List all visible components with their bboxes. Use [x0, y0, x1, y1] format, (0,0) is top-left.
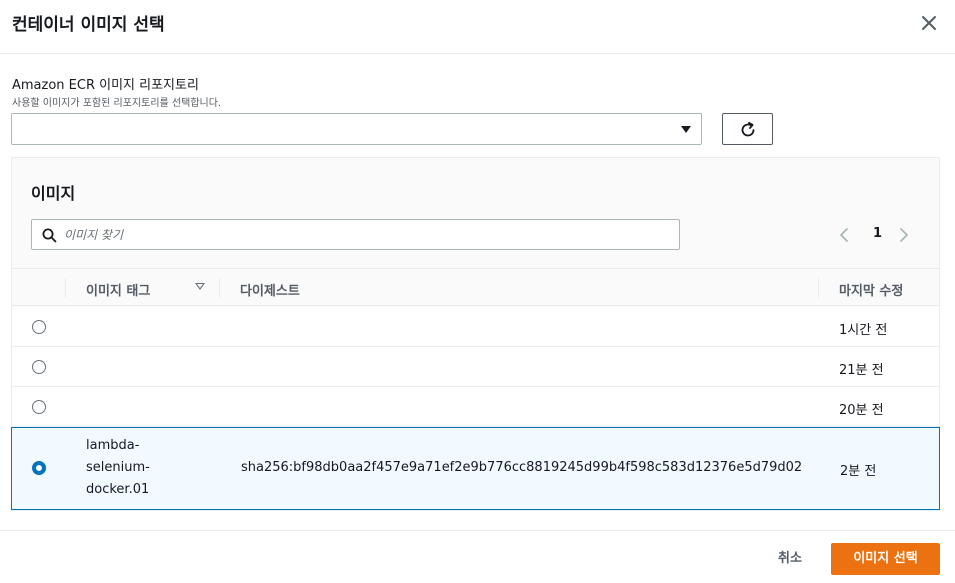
- close-icon[interactable]: [920, 14, 938, 32]
- row-tag: lambda- selenium- docker.01: [86, 435, 176, 501]
- repository-description: 사용할 이미지가 포함된 리포지토리를 선택합니다.: [12, 98, 222, 109]
- column-divider: [219, 278, 220, 298]
- refresh-button[interactable]: [722, 113, 773, 145]
- images-title: 이미지: [31, 184, 76, 203]
- pagination: 1: [839, 225, 919, 245]
- modal-footer: 취소 이미지 선택: [0, 530, 955, 583]
- table-row[interactable]: 20분 전: [12, 387, 939, 427]
- table-row[interactable]: 1시간 전: [12, 307, 939, 347]
- select-image-button[interactable]: 이미지 선택: [831, 543, 940, 575]
- table-header: 이미지 태그 다이제스트 마지막 수정: [12, 268, 939, 306]
- column-header-tag[interactable]: 이미지 태그: [86, 280, 150, 299]
- row-modified: 21분 전: [839, 363, 884, 378]
- sort-icon[interactable]: [195, 283, 205, 290]
- modal-title: 컨테이너 이미지 선택: [12, 15, 165, 35]
- column-header-digest[interactable]: 다이제스트: [240, 280, 300, 299]
- chevron-right-icon[interactable]: [899, 227, 909, 247]
- row-modified: 2분 전: [840, 464, 877, 479]
- images-panel: 이미지 1 이미지 태그 다이제스트 마지막 수정 1시간 전: [11, 157, 940, 511]
- row-radio[interactable]: [32, 400, 46, 414]
- chevron-left-icon[interactable]: [839, 227, 849, 247]
- cancel-button[interactable]: 취소: [765, 543, 815, 575]
- row-tag-line: selenium-: [86, 460, 150, 475]
- table-row-selected[interactable]: lambda- selenium- docker.01 sha256:bf98d…: [11, 427, 940, 510]
- caret-down-icon: [681, 126, 691, 133]
- row-tag-line: docker.01: [86, 482, 150, 497]
- row-digest: sha256:bf98db0aa2f457e9a71ef2e9b776cc881…: [241, 460, 803, 475]
- row-modified: 1시간 전: [839, 323, 888, 338]
- repository-label: Amazon ECR 이미지 리포지토리: [12, 78, 199, 93]
- row-radio[interactable]: [32, 320, 46, 334]
- page-number[interactable]: 1: [873, 226, 882, 241]
- table-row[interactable]: 21분 전: [12, 347, 939, 387]
- refresh-icon: [741, 121, 755, 137]
- repository-select[interactable]: [11, 113, 702, 145]
- search-icon: [42, 228, 57, 243]
- column-divider: [818, 278, 819, 298]
- row-radio[interactable]: [32, 360, 46, 374]
- search-input[interactable]: [64, 224, 664, 246]
- row-tag-line: lambda-: [86, 438, 140, 453]
- row-modified: 20분 전: [839, 403, 884, 418]
- column-divider: [65, 278, 66, 298]
- search-box: [31, 219, 680, 250]
- modal-header: 컨테이너 이미지 선택: [0, 0, 955, 54]
- column-header-modified[interactable]: 마지막 수정: [839, 280, 903, 299]
- row-radio-selected[interactable]: [32, 461, 46, 475]
